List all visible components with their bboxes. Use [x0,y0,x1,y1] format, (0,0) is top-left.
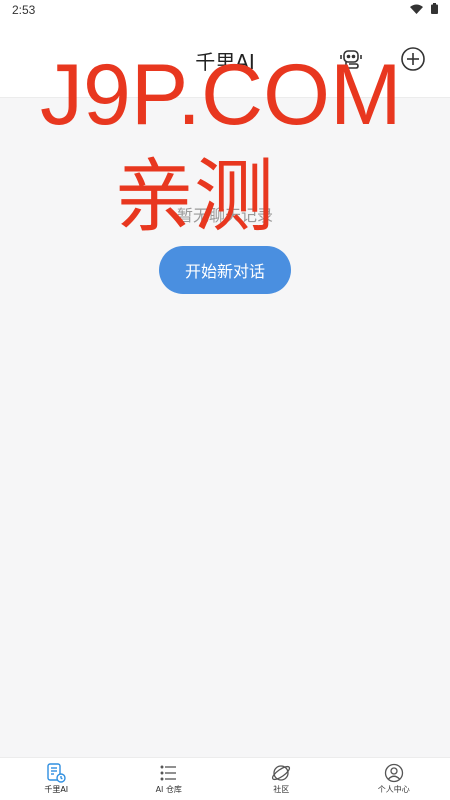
tab-label: AI 仓库 [155,785,182,794]
battery-icon [431,3,438,14]
tab-profile[interactable]: 个人中心 [338,758,450,800]
status-bar: 2:53 [0,0,450,22]
page-title: 千里AI [195,50,255,74]
app-header: 千里AI [0,22,450,98]
start-new-chat-button[interactable]: 开始新对话 [159,246,291,294]
user-circle-icon [384,763,403,783]
tab-community[interactable]: 社区 [225,758,338,800]
robot-button[interactable] [336,44,366,74]
chat-doc-icon [47,763,66,783]
new-chat-button[interactable] [398,44,428,74]
bottom-tab-bar: 千里AI AI 仓库 社区 个人中心 [0,757,450,800]
system-icons [410,3,438,14]
tab-qianli-ai[interactable]: 千里AI [0,758,113,800]
tab-label: 个人中心 [377,785,410,794]
plus-circle-icon [401,47,425,71]
planet-icon [272,765,291,781]
robot-icon [340,50,362,69]
list-icon [160,765,176,781]
status-time: 2:53 [12,3,36,17]
wifi-icon [410,4,423,14]
tab-label: 千里AI [44,785,69,794]
tab-label: 社区 [273,785,290,794]
tab-ai-repository[interactable]: AI 仓库 [113,758,226,800]
empty-state-text: 暂无聊天记录 [176,206,273,225]
